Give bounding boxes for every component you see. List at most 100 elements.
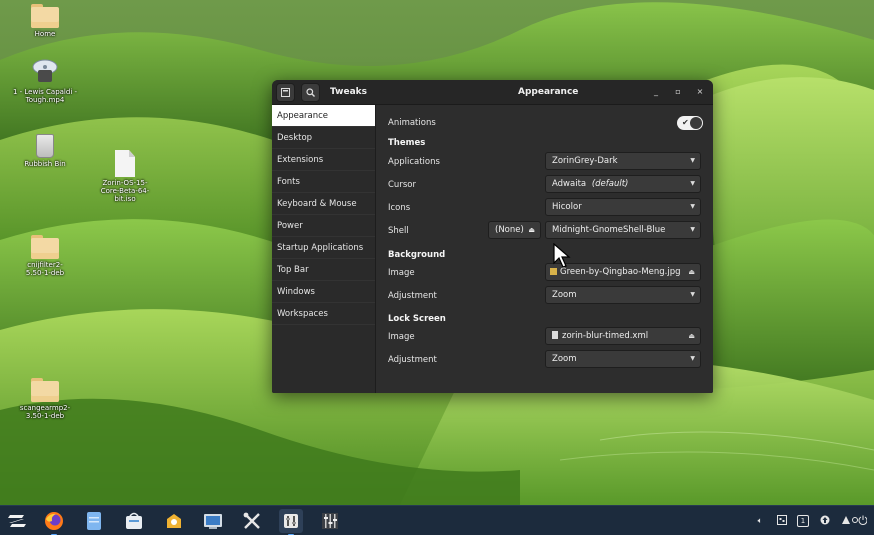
file-icon [115, 150, 135, 177]
icons-theme-value: Hicolor [552, 202, 582, 212]
screenshot-icon [204, 514, 222, 529]
desktop-icon-label: 1 - Lewis Capaldi - Tough.mp4 [12, 88, 78, 104]
search-icon [306, 88, 315, 97]
mixer-button[interactable] [318, 509, 342, 533]
eject-icon: ⏏ [688, 332, 695, 340]
icons-label: Icons [388, 203, 411, 213]
workspace-number: 1 [800, 517, 806, 525]
minimize-button[interactable]: _ [650, 86, 662, 98]
lock-adjustment-select[interactable]: Zoom ▼ [545, 350, 701, 368]
background-adjustment-value: Zoom [552, 290, 577, 300]
power-network-icon [842, 515, 868, 525]
files-button[interactable] [82, 509, 106, 533]
check-icon: ✔ [682, 118, 689, 127]
desktop-icon-scangear[interactable]: scangearmp2-3.50-1-deb [5, 378, 85, 420]
desktop-icon-rubbish-bin[interactable]: Rubbish Bin [5, 134, 85, 168]
folder-icon [31, 235, 59, 259]
zorin-menu-button[interactable] [5, 509, 29, 533]
eject-icon: ⏏ [528, 226, 535, 234]
sidebar-item-top-bar[interactable]: Top Bar [272, 259, 375, 281]
sidebar-item-power[interactable]: Power [272, 215, 375, 237]
cursor-theme-default-tag: (default) [591, 179, 629, 189]
lock-image-label: Image [388, 332, 415, 342]
app-menu-button[interactable] [276, 83, 295, 102]
desktop-icon-video[interactable]: 1 - Lewis Capaldi - Tough.mp4 [5, 58, 85, 104]
appearance-panel: Animations ✔ Themes Applications ZorinGr… [377, 105, 713, 393]
icons-theme-select[interactable]: Hicolor ▼ [545, 198, 701, 216]
sidebar-item-startup-applications[interactable]: Startup Applications [272, 237, 375, 259]
applications-theme-select[interactable]: ZorinGrey-Dark ▼ [545, 152, 701, 170]
applications-theme-value: ZorinGrey-Dark [552, 156, 618, 166]
tools-button[interactable] [240, 509, 264, 533]
eject-icon: ⏏ [688, 268, 695, 276]
tweaks-icon [284, 514, 298, 528]
tweaks-taskbar-button[interactable] [279, 509, 303, 535]
dropdown-arrow-icon: ▼ [690, 203, 695, 210]
sidebar-item-desktop[interactable]: Desktop [272, 127, 375, 149]
animations-label: Animations [388, 118, 436, 128]
shell-theme-value: Midnight-GnomeShell-Blue [552, 225, 666, 235]
sidebar-item-appearance[interactable]: Appearance [272, 105, 375, 127]
mouse-pointer-icon [553, 243, 571, 268]
app-menu-icon [281, 88, 290, 97]
lock-image-value: zorin-blur-timed.xml [562, 331, 649, 341]
dropdown-arrow-icon: ▼ [690, 180, 695, 187]
desktop-icon-iso[interactable]: Zorin-OS-15-Core-Beta-64-bit.iso [85, 150, 165, 203]
applications-label: Applications [388, 157, 440, 167]
shell-label: Shell [388, 226, 409, 236]
ubuntu-software-button[interactable] [162, 509, 186, 533]
page-title: Appearance [518, 87, 579, 97]
background-adjustment-label: Adjustment [388, 291, 437, 301]
ubuntu-software-icon [167, 514, 181, 528]
background-image-label: Image [388, 268, 415, 278]
updates-icon[interactable] [819, 515, 831, 527]
lock-adjustment-value: Zoom [552, 354, 577, 364]
lock-image-chooser[interactable]: zorin-blur-timed.xml ⏏ [545, 327, 701, 345]
desktop-icon-home[interactable]: Home [5, 4, 85, 38]
minimize-icon: _ [654, 87, 658, 96]
close-button[interactable]: × [694, 86, 706, 98]
tweaks-window: Tweaks Appearance _ ▫ × Appearance Deskt… [272, 80, 713, 393]
sidebar-item-extensions[interactable]: Extensions [272, 149, 375, 171]
tools-icon [243, 512, 260, 529]
shell-theme-select[interactable]: Midnight-GnomeShell-Blue ▼ [545, 221, 701, 239]
desktop-icon-label: Rubbish Bin [24, 160, 66, 168]
zorin-menu-icon [8, 515, 26, 527]
background-image-value: Green-by-Qingbao-Meng.jpg [560, 267, 681, 277]
sidebar-item-keyboard-mouse[interactable]: Keyboard & Mouse [272, 193, 375, 215]
software-store-icon [126, 512, 142, 529]
shell-none-button[interactable]: (None) ⏏ [488, 221, 541, 239]
dropdown-arrow-icon: ▼ [690, 157, 695, 164]
sidebar-item-fonts[interactable]: Fonts [272, 171, 375, 193]
lock-screen-heading: Lock Screen [388, 314, 446, 324]
search-button[interactable] [301, 83, 320, 102]
close-icon: × [696, 87, 704, 96]
taskbar: 🔈︎ 1 [0, 505, 874, 535]
window-titlebar[interactable]: Tweaks Appearance _ ▫ × [272, 80, 713, 105]
trash-icon [36, 134, 54, 158]
system-menu-icons[interactable] [841, 515, 868, 527]
desktop-icon-label: Zorin-OS-15-Core-Beta-64-bit.iso [100, 179, 150, 203]
sidebar: Appearance Desktop Extensions Fonts Keyb… [272, 105, 376, 393]
app-title: Tweaks [330, 87, 367, 97]
keyboard-layout-icon[interactable] [776, 515, 788, 527]
sidebar-item-workspaces[interactable]: Workspaces [272, 303, 375, 325]
animations-toggle[interactable]: ✔ [677, 116, 703, 130]
background-adjustment-select[interactable]: Zoom ▼ [545, 286, 701, 304]
toggle-knob [690, 117, 702, 129]
desktop-icon-cnijfilter[interactable]: cnijfilter2-5.50-1-deb [5, 235, 85, 277]
firefox-button[interactable] [42, 509, 66, 535]
dropdown-arrow-icon: ▼ [690, 355, 695, 362]
files-icon [87, 512, 101, 530]
desktop-icon-label: scangearmp2-3.50-1-deb [19, 404, 71, 420]
themes-heading: Themes [388, 138, 426, 148]
maximize-button[interactable]: ▫ [672, 86, 684, 98]
lock-adjustment-label: Adjustment [388, 355, 437, 365]
sidebar-item-windows[interactable]: Windows [272, 281, 375, 303]
software-store-button[interactable] [122, 509, 146, 533]
cursor-theme-select[interactable]: Adwaita (default) ▼ [545, 175, 701, 193]
workspace-indicator[interactable]: 1 [797, 515, 809, 527]
volume-icon[interactable]: 🔈︎ [754, 515, 766, 527]
screenshot-button[interactable] [201, 509, 225, 533]
firefox-icon [45, 512, 63, 530]
